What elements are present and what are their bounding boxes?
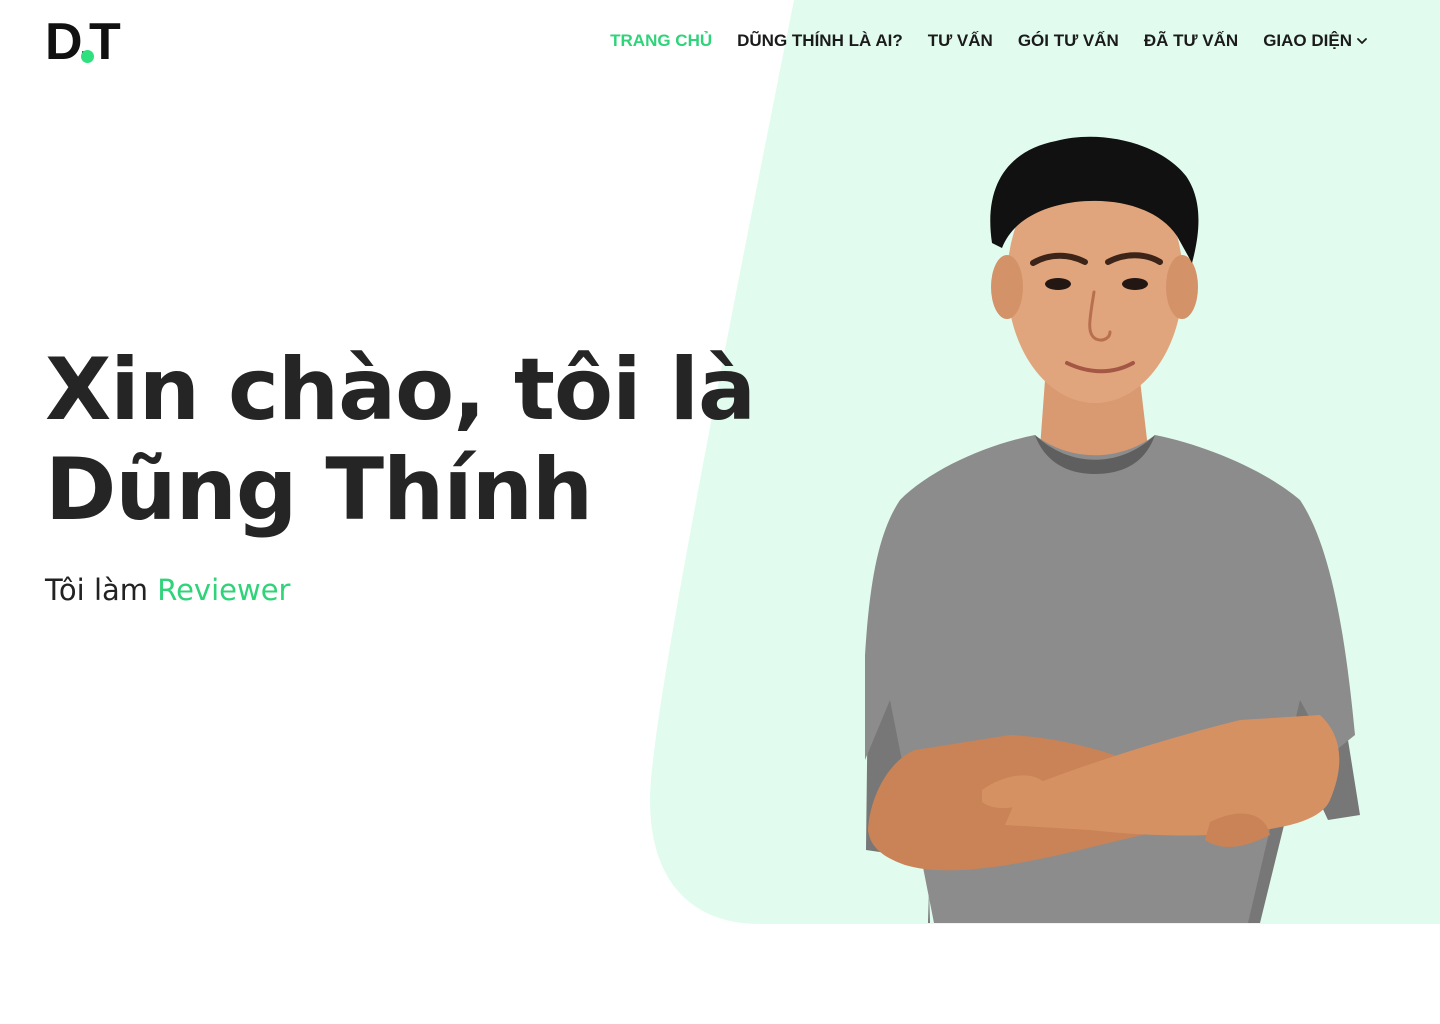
- nav-item-label: GIAO DIỆN: [1263, 31, 1352, 50]
- nav-item-label: TRANG CHỦ: [610, 31, 713, 50]
- site-logo[interactable]: D.T: [45, 16, 123, 68]
- hero-subtitle: Tôi làm Reviewer: [45, 570, 290, 610]
- site-header: D.T TRANG CHỦ DŨNG THÍNH LÀ AI? TƯ VẤN G…: [0, 0, 1440, 84]
- nav-item-tu-van[interactable]: TƯ VẤN: [928, 29, 993, 53]
- logo-dot: [81, 50, 94, 63]
- hero-title-line-2: Dũng Thính: [45, 440, 593, 540]
- nav-item-giao-dien[interactable]: GIAO DIỆN: [1263, 29, 1368, 53]
- nav-item-goi-tu-van[interactable]: GÓI TƯ VẤN: [1018, 29, 1119, 53]
- nav-item-trang-chu[interactable]: TRANG CHỦ: [610, 29, 712, 53]
- main-navigation: TRANG CHỦ DŨNG THÍNH LÀ AI? TƯ VẤN GÓI T…: [585, 29, 1368, 53]
- nav-item-label: TƯ VẤN: [927, 31, 993, 50]
- subtitle-prefix: Tôi làm: [45, 573, 149, 607]
- portrait-image: [865, 136, 1360, 923]
- nav-item-label: DŨNG THÍNH LÀ AI?: [737, 31, 903, 50]
- chevron-down-icon: [1357, 38, 1367, 44]
- nav-item-da-tu-van[interactable]: ĐÃ TƯ VẤN: [1144, 29, 1238, 53]
- nav-item-label: ĐÃ TƯ VẤN: [1143, 31, 1239, 50]
- hero-title-line-1: Xin chào, tôi là: [45, 340, 756, 440]
- subtitle-role: Reviewer: [157, 573, 291, 607]
- nav-item-label: GÓI TƯ VẤN: [1017, 31, 1119, 50]
- logo-text: D.T: [45, 13, 121, 71]
- hero-title: Xin chào, tôi là Dũng Thính: [45, 340, 765, 540]
- nav-item-dung-thinh-la-ai[interactable]: DŨNG THÍNH LÀ AI?: [737, 29, 903, 53]
